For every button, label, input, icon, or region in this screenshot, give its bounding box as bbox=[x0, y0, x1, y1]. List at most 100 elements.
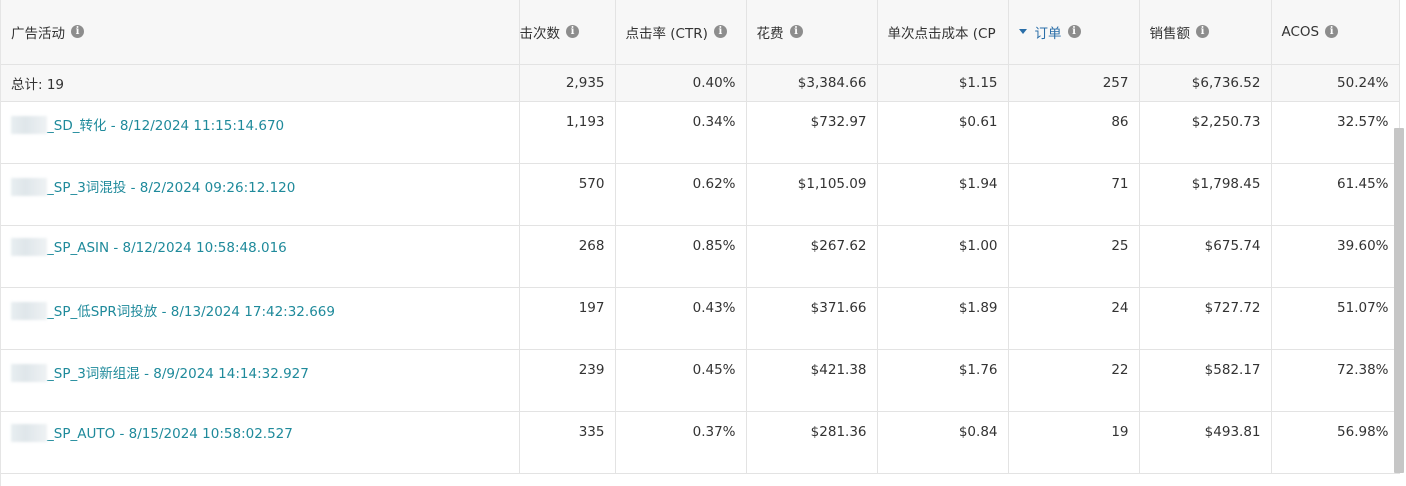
campaign-link[interactable]: _SP_AUTO - 8/15/2024 10:58:02.527 bbox=[47, 426, 293, 442]
campaign-link[interactable]: _SP_3词新组混 - 8/9/2024 14:14:32.927 bbox=[47, 366, 309, 382]
sales-cell: $582.17 bbox=[1139, 349, 1272, 412]
column-header-label: 订单 bbox=[1034, 25, 1062, 42]
column-header-orders[interactable]: 订单 i bbox=[1008, 0, 1140, 65]
campaign-cell: _SD_转化 - 8/12/2024 11:15:14.670 bbox=[1, 101, 520, 164]
acos-cell: 72.38% bbox=[1271, 349, 1400, 412]
sales-cell: $727.72 bbox=[1139, 287, 1272, 350]
campaign-table: 广告活动 i 击次数 i 点击率 (CTR) i 花费 i 单次点击成本 (CP… bbox=[1, 0, 1400, 474]
orders-cell: 25 bbox=[1008, 225, 1140, 288]
acos-cell: 39.60% bbox=[1271, 225, 1400, 288]
campaign-table-container: 广告活动 i 击次数 i 点击率 (CTR) i 花费 i 单次点击成本 (CP… bbox=[0, 0, 1406, 486]
column-header-ctr[interactable]: 点击率 (CTR) i bbox=[615, 0, 747, 65]
redacted-prefix bbox=[11, 423, 47, 442]
acos-cell: 56.98% bbox=[1271, 411, 1400, 474]
ctr-cell: 0.43% bbox=[615, 287, 747, 350]
cpc-cell: $1.89 bbox=[877, 287, 1009, 350]
sales-cell: $2,250.73 bbox=[1139, 101, 1272, 164]
column-header-clicks[interactable]: 击次数 i bbox=[519, 0, 616, 65]
ctr-cell: 0.62% bbox=[615, 163, 747, 226]
column-header-label: 销售额 bbox=[1149, 25, 1191, 42]
total-spend: $3,384.66 bbox=[746, 64, 878, 102]
table-row: _SP_ASIN - 8/12/2024 10:58:48.016 268 0.… bbox=[1, 225, 1400, 288]
clicks-cell: 570 bbox=[519, 163, 616, 226]
table-row: _SP_3词混投 - 8/2/2024 09:26:12.120 570 0.6… bbox=[1, 163, 1400, 226]
column-header-label: 广告活动 bbox=[11, 25, 65, 42]
vertical-scrollbar[interactable] bbox=[1394, 128, 1404, 473]
sales-cell: $675.74 bbox=[1139, 225, 1272, 288]
campaign-cell: _SP_AUTO - 8/15/2024 10:58:02.527 bbox=[1, 411, 520, 474]
table-row: _SP_AUTO - 8/15/2024 10:58:02.527 335 0.… bbox=[1, 411, 1400, 474]
column-header-label: 点击率 (CTR) bbox=[625, 25, 708, 42]
column-header-spend[interactable]: 花费 i bbox=[746, 0, 878, 65]
column-header-acos[interactable]: ACOS i bbox=[1271, 0, 1400, 65]
sort-desc-icon[interactable] bbox=[1018, 29, 1027, 35]
ctr-cell: 0.85% bbox=[615, 225, 747, 288]
column-header-label: ACOS bbox=[1281, 23, 1320, 40]
column-header-label: 击次数 bbox=[519, 25, 561, 42]
table-row: _SP_3词新组混 - 8/9/2024 14:14:32.927 239 0.… bbox=[1, 349, 1400, 412]
total-acos: 50.24% bbox=[1271, 64, 1400, 102]
orders-cell: 86 bbox=[1008, 101, 1140, 164]
table-row: _SP_低SPR词投放 - 8/13/2024 17:42:32.669 197… bbox=[1, 287, 1400, 350]
total-cpc: $1.15 bbox=[877, 64, 1009, 102]
clicks-cell: 239 bbox=[519, 349, 616, 412]
cpc-cell: $1.94 bbox=[877, 163, 1009, 226]
ctr-cell: 0.45% bbox=[615, 349, 747, 412]
orders-cell: 71 bbox=[1008, 163, 1140, 226]
total-row: 总计: 19 2,935 0.40% $3,384.66 $1.15 257 $… bbox=[1, 64, 1400, 102]
redacted-prefix bbox=[11, 301, 47, 320]
redacted-prefix bbox=[11, 363, 47, 382]
orders-cell: 19 bbox=[1008, 411, 1140, 474]
column-header-label: 单次点击成本 (CP bbox=[887, 25, 996, 42]
column-header-cpc[interactable]: 单次点击成本 (CP bbox=[877, 0, 1009, 65]
clicks-cell: 1,193 bbox=[519, 101, 616, 164]
total-clicks: 2,935 bbox=[519, 64, 616, 102]
acos-cell: 51.07% bbox=[1271, 287, 1400, 350]
spend-cell: $281.36 bbox=[746, 411, 878, 474]
ctr-cell: 0.37% bbox=[615, 411, 747, 474]
info-icon[interactable]: i bbox=[1325, 25, 1339, 39]
clicks-cell: 335 bbox=[519, 411, 616, 474]
table-row: _SD_转化 - 8/12/2024 11:15:14.670 1,193 0.… bbox=[1, 101, 1400, 164]
clicks-cell: 197 bbox=[519, 287, 616, 350]
cpc-cell: $0.84 bbox=[877, 411, 1009, 474]
orders-cell: 24 bbox=[1008, 287, 1140, 350]
campaign-link[interactable]: _SD_转化 - 8/12/2024 11:15:14.670 bbox=[47, 118, 284, 134]
cpc-cell: $1.76 bbox=[877, 349, 1009, 412]
campaign-link[interactable]: _SP_3词混投 - 8/2/2024 09:26:12.120 bbox=[47, 180, 295, 196]
header-row: 广告活动 i 击次数 i 点击率 (CTR) i 花费 i 单次点击成本 (CP… bbox=[1, 0, 1400, 65]
total-ctr: 0.40% bbox=[615, 64, 747, 102]
redacted-prefix bbox=[11, 115, 47, 134]
spend-cell: $1,105.09 bbox=[746, 163, 878, 226]
ctr-cell: 0.34% bbox=[615, 101, 747, 164]
spend-cell: $371.66 bbox=[746, 287, 878, 350]
total-label: 总计: 19 bbox=[1, 64, 520, 102]
sales-cell: $493.81 bbox=[1139, 411, 1272, 474]
campaign-cell: _SP_ASIN - 8/12/2024 10:58:48.016 bbox=[1, 225, 520, 288]
campaign-cell: _SP_低SPR词投放 - 8/13/2024 17:42:32.669 bbox=[1, 287, 520, 350]
orders-cell: 22 bbox=[1008, 349, 1140, 412]
info-icon[interactable]: i bbox=[789, 25, 803, 39]
info-icon[interactable]: i bbox=[71, 25, 84, 39]
campaign-cell: _SP_3词新组混 - 8/9/2024 14:14:32.927 bbox=[1, 349, 520, 412]
cpc-cell: $0.61 bbox=[877, 101, 1009, 164]
clicks-cell: 268 bbox=[519, 225, 616, 288]
campaign-link[interactable]: _SP_低SPR词投放 - 8/13/2024 17:42:32.669 bbox=[47, 304, 335, 320]
campaign-link[interactable]: _SP_ASIN - 8/12/2024 10:58:48.016 bbox=[47, 240, 287, 256]
column-header-sales[interactable]: 销售额 i bbox=[1139, 0, 1272, 65]
info-icon[interactable]: i bbox=[566, 25, 579, 39]
cpc-cell: $1.00 bbox=[877, 225, 1009, 288]
spend-cell: $267.62 bbox=[746, 225, 878, 288]
total-sales: $6,736.52 bbox=[1139, 64, 1272, 102]
spend-cell: $732.97 bbox=[746, 101, 878, 164]
info-icon[interactable]: i bbox=[713, 25, 727, 39]
redacted-prefix bbox=[11, 237, 47, 256]
acos-cell: 61.45% bbox=[1271, 163, 1400, 226]
info-icon[interactable]: i bbox=[1196, 25, 1209, 39]
campaign-cell: _SP_3词混投 - 8/2/2024 09:26:12.120 bbox=[1, 163, 520, 226]
sales-cell: $1,798.45 bbox=[1139, 163, 1272, 226]
column-header-campaign[interactable]: 广告活动 i bbox=[1, 0, 520, 65]
acos-cell: 32.57% bbox=[1271, 101, 1400, 164]
redacted-prefix bbox=[11, 177, 47, 196]
info-icon[interactable]: i bbox=[1067, 25, 1081, 39]
